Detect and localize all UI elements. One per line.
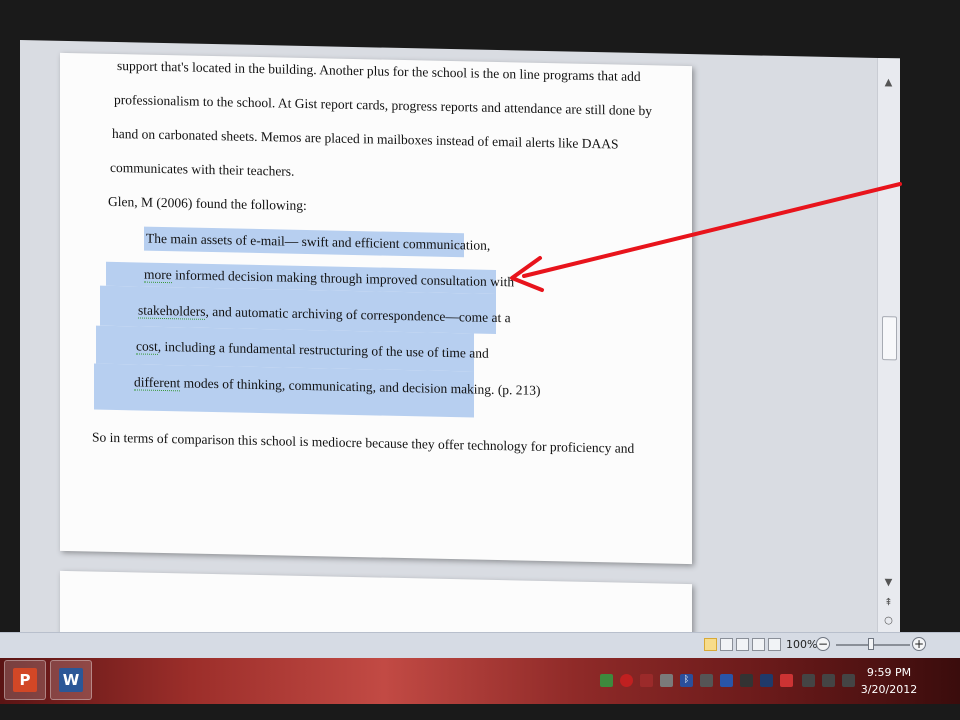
arrow-shaft (522, 182, 902, 278)
screen: support that's located in the building. … (0, 0, 960, 720)
annotation-arrow (510, 182, 902, 292)
